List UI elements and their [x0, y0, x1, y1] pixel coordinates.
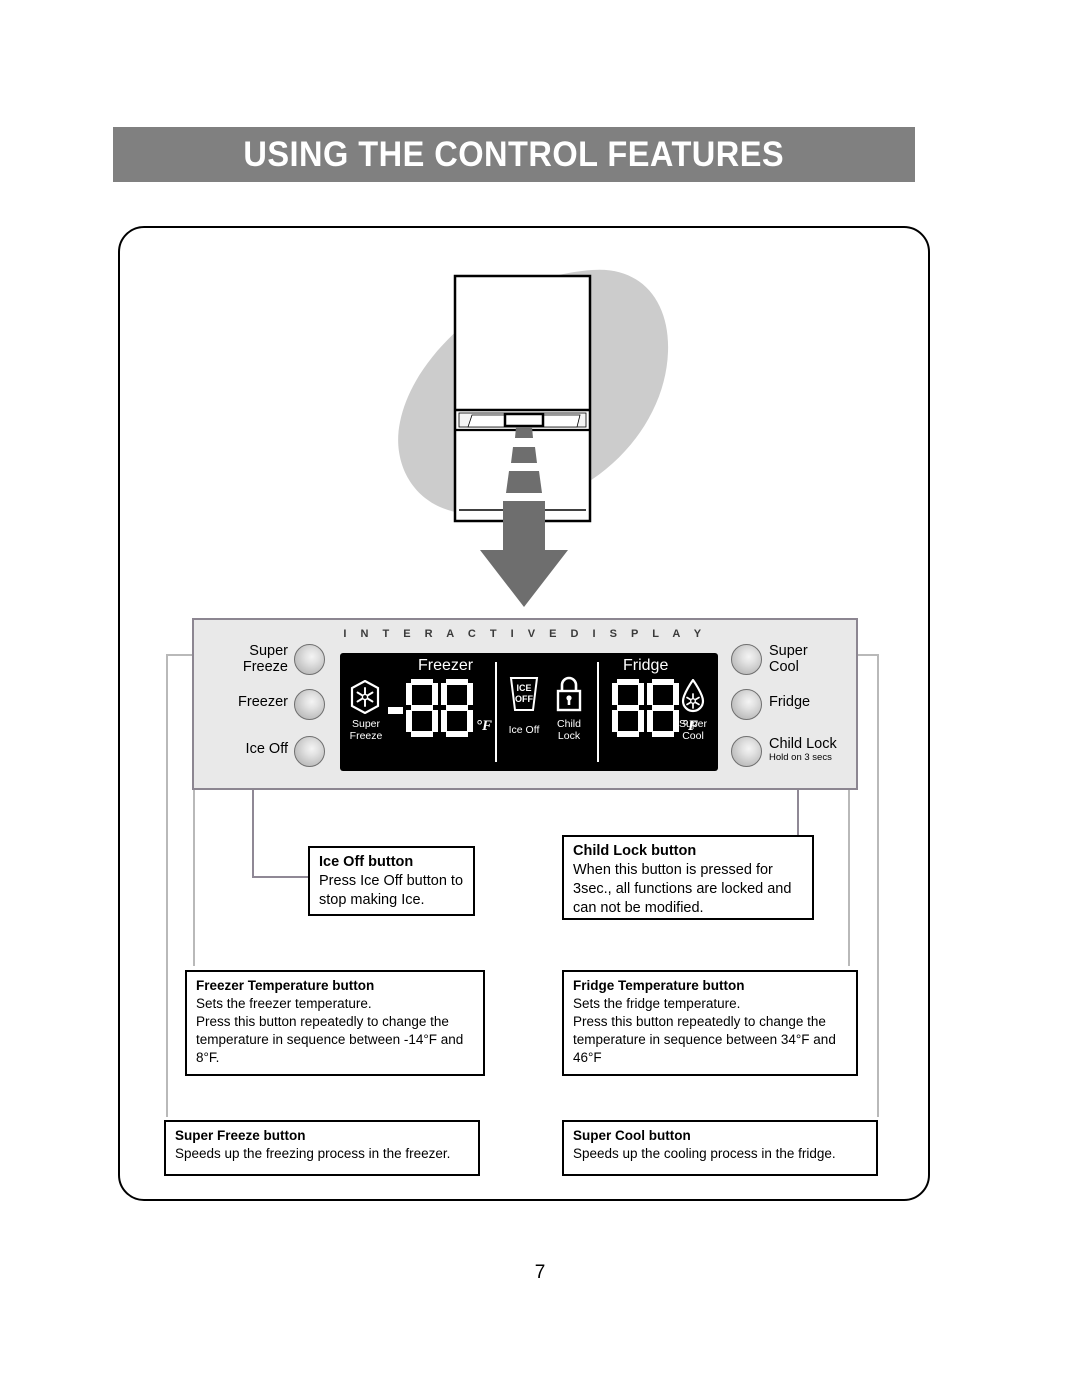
- lcd-child-lock-line2: Lock: [557, 729, 581, 742]
- super-cool-icon: [680, 678, 706, 713]
- ice-off-button[interactable]: [294, 736, 325, 767]
- child-lock-button[interactable]: [731, 736, 762, 767]
- freezer-digit-ones: [441, 679, 473, 737]
- super-freeze-button[interactable]: [294, 644, 325, 675]
- freezer-minus-sign: [388, 706, 403, 714]
- freezer-temperature-button[interactable]: [294, 689, 325, 720]
- button-label-ice-off-line1: Ice Off: [245, 741, 288, 757]
- callout-ice-off-title: Ice Off button: [319, 854, 414, 870]
- callout-super-cool-title: Super Cool button: [573, 1128, 691, 1143]
- button-label-child-lock-line1: Child Lock: [769, 736, 837, 752]
- lcd-super-cool-line1: Super: [678, 718, 708, 730]
- page-header-banner: USING THE CONTROL FEATURES: [113, 127, 915, 182]
- callout-super-cool: Super Cool button Speeds up the cooling …: [562, 1120, 878, 1176]
- lcd-super-freeze-label: Super Freeze: [345, 718, 387, 742]
- callout-ice-off: Ice Off button Press Ice Off button to s…: [308, 846, 475, 916]
- button-label-freezer: Freezer: [214, 694, 288, 711]
- lcd-super-cool-label: Super Cool: [671, 718, 715, 742]
- ice-off-icon: ICE OFF: [507, 675, 541, 713]
- interactive-display-label: I N T E R A C T I V E D I S P L A Y: [343, 628, 707, 640]
- callout-super-freeze-body: Speeds up the freezing process in the fr…: [175, 1146, 451, 1161]
- leader-ice-off-v: [252, 790, 254, 877]
- lcd-ice-off-label: Ice Off: [508, 724, 540, 736]
- lcd-child-lock-line1: Child: [557, 718, 581, 730]
- button-label-super-freeze-line1: Super: [249, 643, 288, 659]
- control-panel: I N T E R A C T I V E D I S P L A Y Supe…: [192, 618, 858, 790]
- callout-ice-off-body: Press Ice Off button to stop making Ice.: [319, 873, 464, 908]
- child-lock-icon: [553, 675, 585, 713]
- callout-child-lock-title: Child Lock button: [573, 843, 697, 859]
- svg-text:OFF: OFF: [515, 694, 533, 704]
- button-label-super-freeze-line2: Freeze: [242, 658, 288, 675]
- leader-ice-off-h: [252, 876, 309, 878]
- lcd-super-freeze-line2: Freeze: [349, 729, 383, 742]
- callout-freezer-temperature-body: Sets the freezer temperature. Press this…: [196, 996, 464, 1065]
- refrigerator-illustration: [380, 262, 680, 622]
- button-label-super-cool-line1: Super: [769, 643, 808, 659]
- lcd-super-freeze-line1: Super: [351, 718, 381, 730]
- callout-super-freeze: Super Freeze button Speeds up the freezi…: [164, 1120, 480, 1176]
- svg-text:ICE: ICE: [516, 683, 531, 693]
- callout-super-freeze-title: Super Freeze button: [175, 1128, 306, 1143]
- freezer-unit-label: °F: [476, 718, 493, 734]
- callout-freezer-temperature-title: Freezer Temperature button: [196, 978, 375, 993]
- leader-super-cool-v: [877, 654, 879, 1117]
- callout-super-cool-body: Speeds up the cooling process in the fri…: [573, 1146, 836, 1161]
- button-label-child-lock: Child Lock Hold on 3 secs: [769, 736, 837, 763]
- lcd-fridge-title: Fridge: [623, 657, 669, 674]
- super-cool-button[interactable]: [731, 644, 762, 675]
- callout-child-lock-body: When this button is pressed for 3sec., a…: [573, 862, 792, 916]
- fridge-temperature-button[interactable]: [731, 689, 762, 720]
- super-freeze-icon: [350, 679, 380, 715]
- button-label-super-cool-line2: Cool: [769, 658, 799, 675]
- freezer-digit-tens: [406, 679, 438, 737]
- button-label-freezer-line1: Freezer: [238, 694, 288, 710]
- button-label-fridge: Fridge: [769, 694, 811, 711]
- callout-child-lock: Child Lock button When this button is pr…: [562, 835, 814, 920]
- button-label-super-freeze: Super Freeze: [226, 643, 288, 675]
- lcd-super-cool-line2: Cool: [682, 729, 704, 742]
- leader-super-freeze-h1: [166, 654, 194, 656]
- page-number: 7: [534, 1262, 546, 1283]
- lcd-child-lock-label: Child Lock: [547, 718, 591, 742]
- freezer-temperature-readout: °F: [388, 679, 492, 737]
- callout-fridge-temperature-body: Sets the fridge temperature. Press this …: [573, 996, 836, 1065]
- lcd-divider-left: [495, 662, 497, 762]
- button-label-fridge-line1: Fridge: [769, 694, 811, 710]
- fridge-digit-tens: [612, 679, 644, 737]
- button-sublabel-child-lock: Hold on 3 secs: [769, 751, 832, 763]
- callout-fridge-temperature: Fridge Temperature button Sets the fridg…: [562, 970, 858, 1076]
- leader-super-freeze-v: [166, 654, 168, 1117]
- lcd-freezer-title: Freezer: [418, 657, 474, 674]
- callout-fridge-temperature-title: Fridge Temperature button: [573, 978, 745, 993]
- lcd-screen: Freezer Super Freeze °F ICE OFF Ice Off …: [340, 653, 718, 771]
- page-title: USING THE CONTROL FEATURES: [243, 134, 785, 174]
- button-label-ice-off: Ice Off: [214, 741, 288, 758]
- lcd-divider-right: [597, 662, 599, 762]
- callout-freezer-temperature: Freezer Temperature button Sets the free…: [185, 970, 485, 1076]
- button-label-super-cool: Super Cool: [769, 643, 808, 675]
- leader-child-lock-v: [797, 790, 799, 837]
